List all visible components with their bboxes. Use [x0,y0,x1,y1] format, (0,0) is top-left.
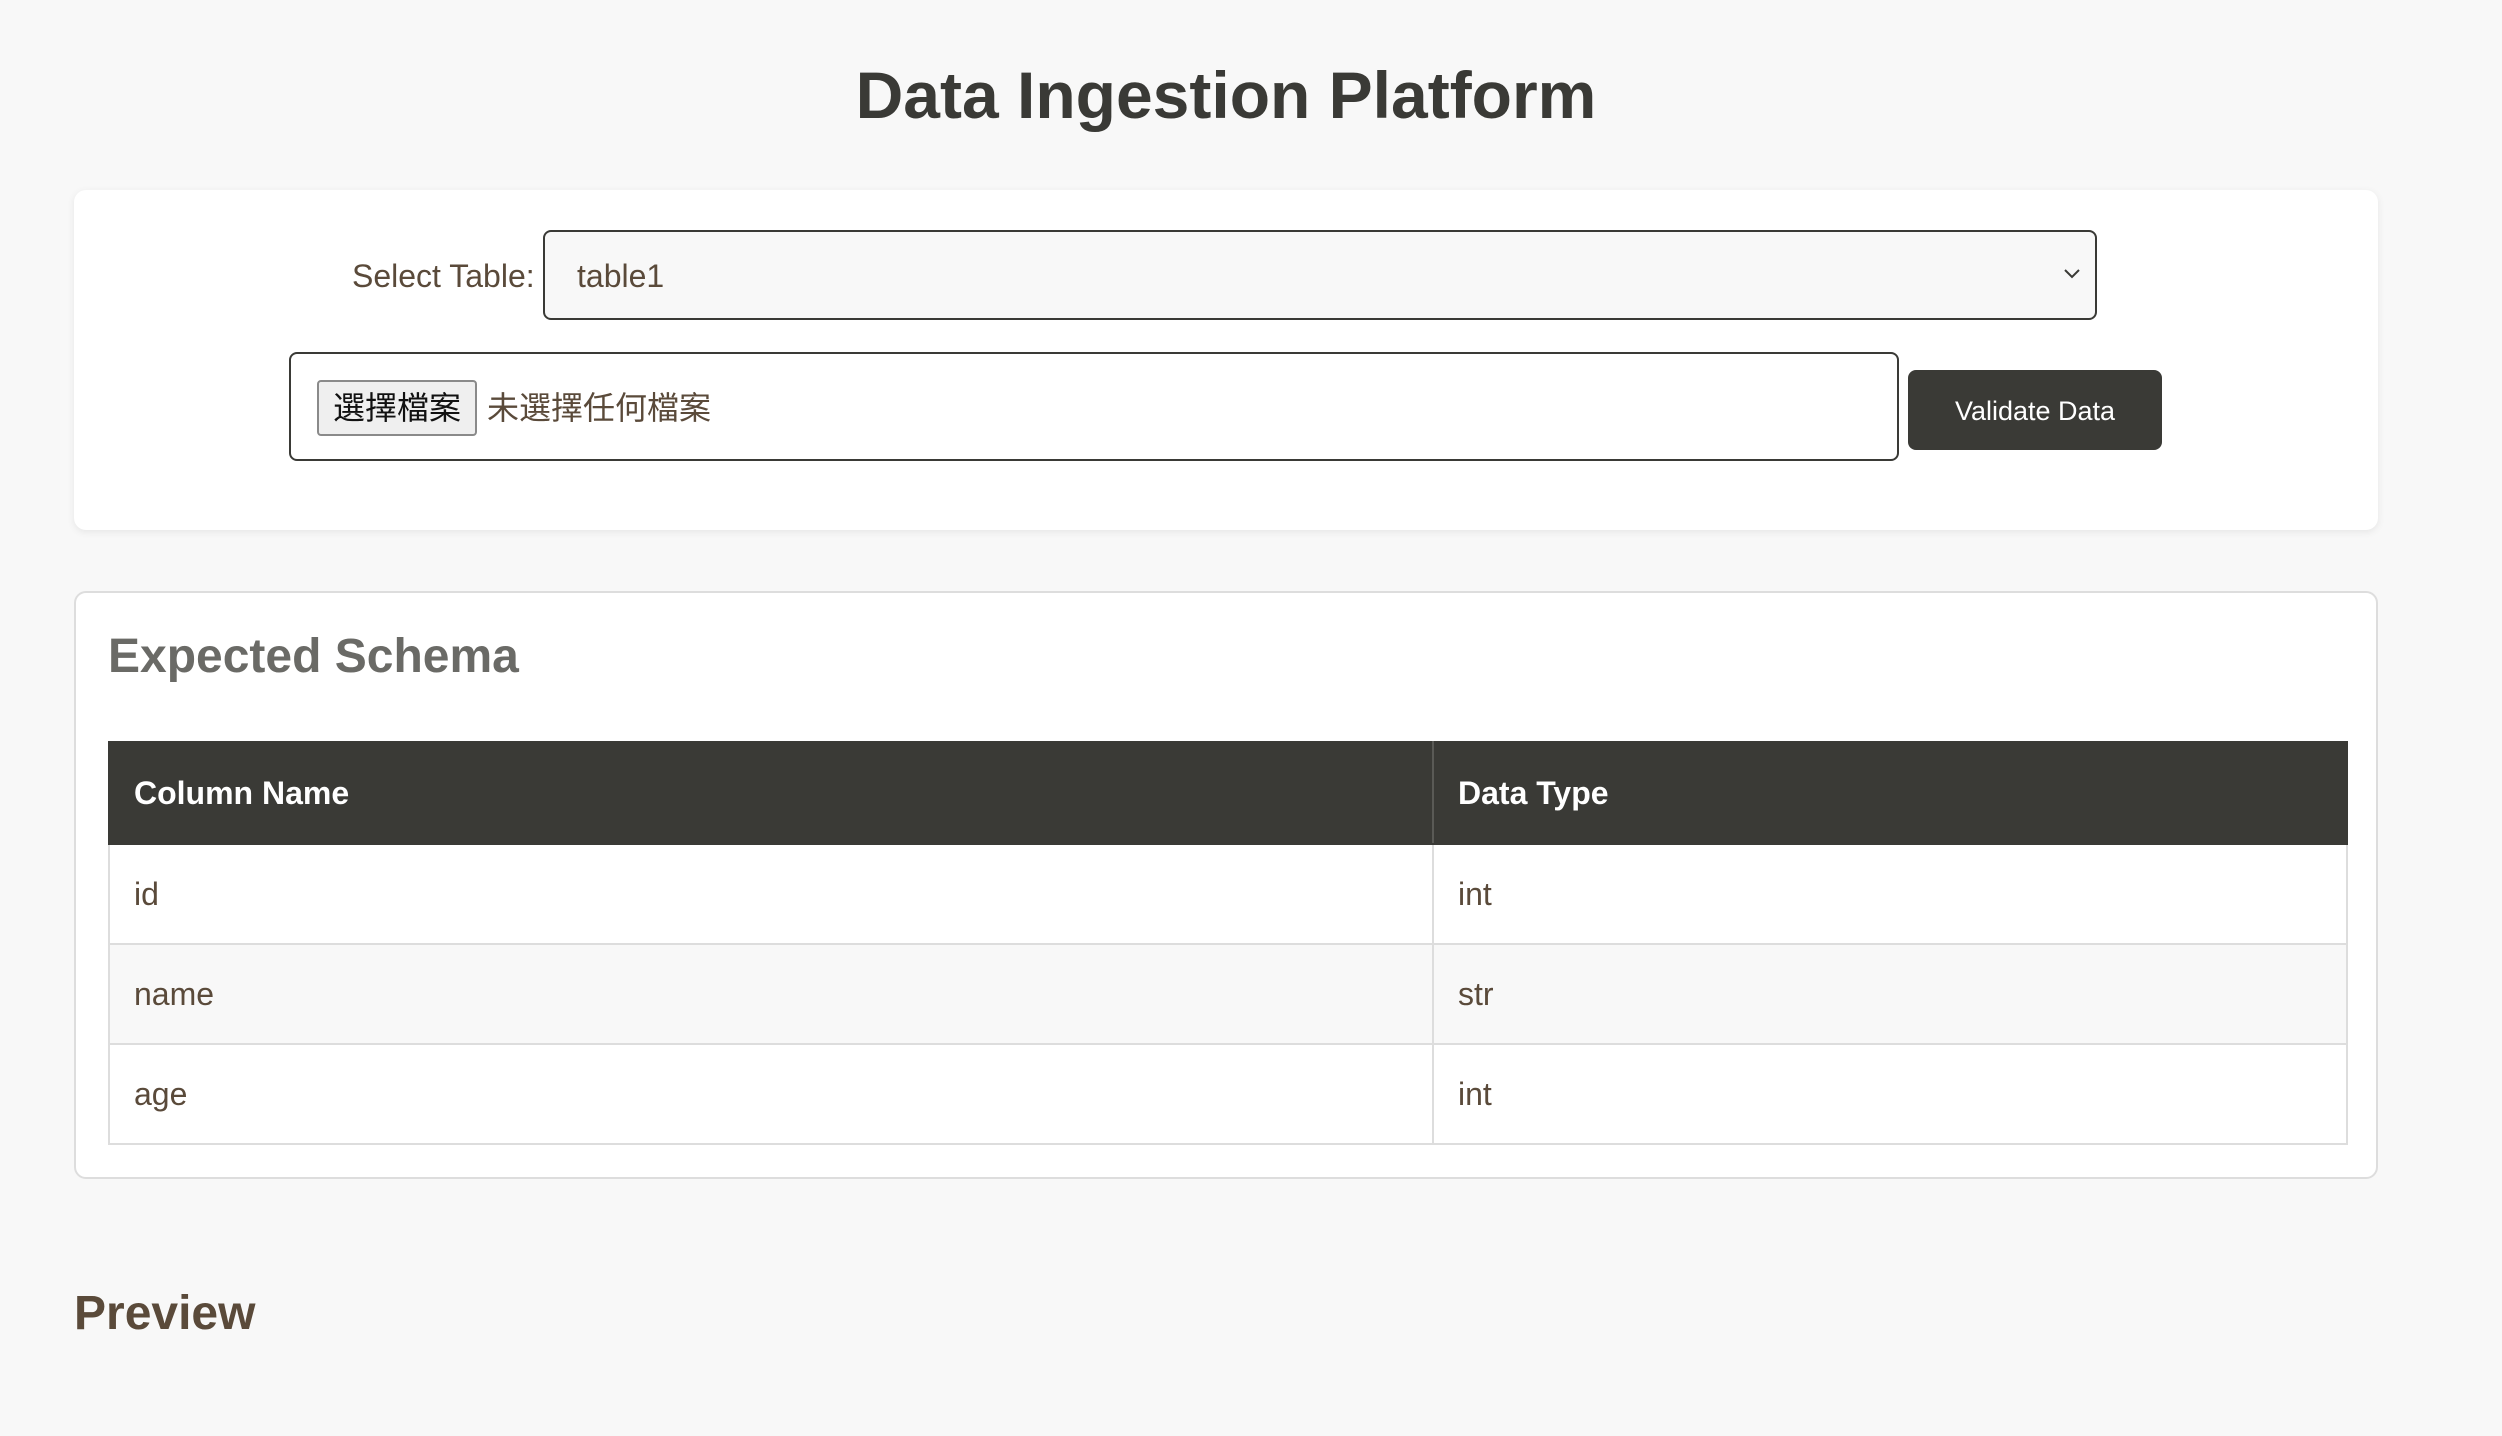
cell-column-name: age [108,1043,1434,1145]
chevron-down-icon [2064,269,2080,279]
column-header-type: Data Type [1432,741,2348,845]
table-row: age int [108,1043,2348,1145]
cell-data-type: int [1432,1043,2348,1145]
schema-title: Expected Schema [108,630,519,683]
table-header-row: Column Name Data Type [108,741,2348,845]
table-select-value: table1 [577,258,665,294]
file-input[interactable]: 選擇檔案 未選擇任何檔案 [289,352,1899,461]
validate-data-button[interactable]: Validate Data [1908,370,2162,450]
schema-table: Column Name Data Type id int name str ag… [108,741,2348,1145]
table-row: id int [108,843,2348,945]
page-title: Data Ingestion Platform [855,58,1597,132]
cell-column-name: id [108,843,1434,945]
page: Data Ingestion Platform Select Table: ta… [0,0,2502,1436]
choose-file-button[interactable]: 選擇檔案 [317,380,478,436]
preview-title: Preview [74,1287,256,1340]
file-status-text: 未選擇任何檔案 [487,389,712,427]
cell-data-type: str [1432,943,2348,1045]
schema-card: Expected Schema Column Name Data Type id… [74,591,2378,1179]
column-header-name: Column Name [108,741,1434,845]
cell-column-name: name [108,943,1434,1045]
table-select[interactable]: table1 [543,230,2097,320]
table-row: name str [108,943,2348,1045]
cell-data-type: int [1432,843,2348,945]
select-table-label: Select Table: [352,258,535,294]
